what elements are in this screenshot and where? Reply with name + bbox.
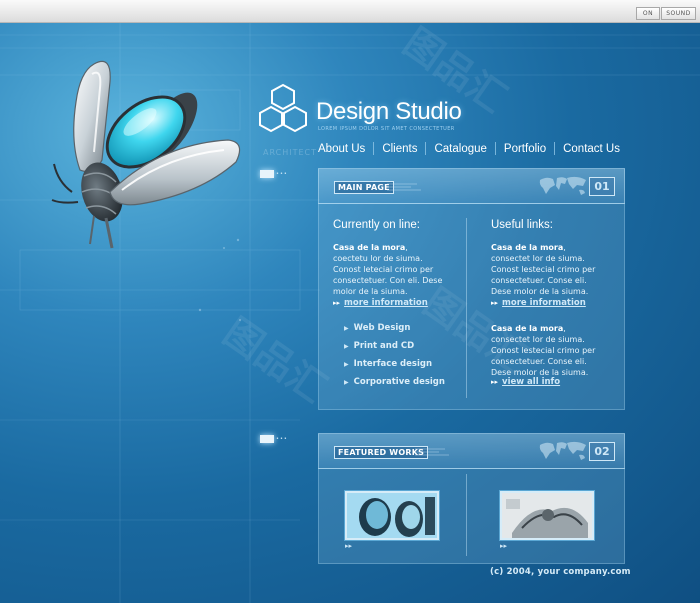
useful-links-text-2: Casa de la mora, consectet lor de siuma.…	[491, 323, 603, 378]
header-deco-lines	[415, 448, 449, 456]
side-marker-dots: •••	[276, 436, 288, 442]
useful-links-text-1: Casa de la mora, consectet lor de siuma.…	[491, 242, 603, 297]
nav-divider	[373, 142, 375, 155]
nav-contact-us[interactable]: Contact Us	[563, 143, 620, 155]
side-marker	[260, 435, 274, 443]
top-bar: ON SOUND	[0, 0, 700, 23]
side-marker-dots: •••	[276, 171, 288, 177]
nav-divider	[494, 142, 496, 155]
more-information-link[interactable]: ▸▸ more information	[333, 298, 428, 308]
header-deco-lines	[387, 183, 421, 191]
nav-clients[interactable]: Clients	[382, 143, 417, 155]
main-panel-header: MAIN PAGE 01	[318, 168, 625, 204]
nav-divider	[554, 142, 556, 155]
service-link-interface-design[interactable]: ▶ Interface design	[344, 359, 432, 369]
double-arrow-icon: ▸▸	[491, 299, 499, 307]
featured-work-thumbnail-1[interactable]	[345, 491, 439, 540]
page: 图品汇 图品汇 图品汇 ON SOUND Design Studio LOREM…	[0, 0, 700, 603]
nav-divider	[425, 142, 427, 155]
hexagon-logo-icon	[259, 83, 307, 133]
double-arrow-icon: ▸▸	[500, 542, 508, 550]
world-map-icon	[539, 441, 586, 460]
more-information-link-right[interactable]: ▸▸ more information	[491, 298, 586, 308]
featured-work-thumbnail-2[interactable]	[500, 491, 594, 540]
double-arrow-icon: ▸▸	[345, 542, 353, 550]
column-divider	[466, 474, 467, 556]
service-label: Web Design	[353, 323, 411, 333]
sound-button[interactable]: SOUND	[661, 7, 696, 20]
service-link-print-and-cd[interactable]: ▶ Print and CD	[344, 341, 414, 351]
robot-butterfly-illustration	[51, 60, 241, 249]
double-arrow-icon: ▸▸	[333, 299, 341, 307]
view-all-info-label: view all info	[502, 377, 561, 387]
robot-head-thumbnail-image	[347, 493, 437, 538]
useful-links-strong-1: Casa de la mora	[491, 243, 564, 252]
column-divider	[466, 218, 467, 398]
service-link-web-design[interactable]: ▶ Web Design	[344, 323, 410, 333]
nav-catalogue[interactable]: Catalogue	[434, 143, 486, 155]
featured-panel-number: 02	[589, 442, 615, 461]
robot-sketch-thumbnail-image	[502, 493, 592, 538]
main-nav: About Us Clients Catalogue Portfolio Con…	[318, 142, 620, 155]
brand-title: Design Studio	[316, 98, 462, 125]
nav-about-us[interactable]: About Us	[318, 143, 365, 155]
service-label: Print and CD	[353, 341, 415, 351]
currently-online-text: Casa de la mora, coectetu lor de siuma. …	[333, 242, 445, 297]
more-information-label: more information	[344, 298, 428, 308]
service-label: Corporative design	[353, 377, 445, 387]
featured-panel-tag: FEATURED WORKS	[334, 446, 429, 459]
service-link-corporative-design[interactable]: ▶ Corporative design	[344, 377, 445, 387]
on-button[interactable]: ON	[636, 7, 660, 20]
featured-panel-header: FEATURED WORKS 02	[318, 433, 625, 469]
brand-tagline: LOREM IPSUM DOLOR SIT AMET CONSECTETUER	[318, 126, 455, 132]
triangle-bullet-icon: ▶	[344, 361, 349, 368]
main-panel-number: 01	[589, 177, 615, 196]
double-arrow-icon: ▸▸	[491, 378, 499, 386]
useful-links-title: Useful links:	[491, 219, 553, 231]
triangle-bullet-icon: ▶	[344, 325, 349, 332]
service-label: Interface design	[353, 359, 433, 369]
view-all-info-link[interactable]: ▸▸ view all info	[491, 377, 560, 387]
useful-links-strong-2: Casa de la mora	[491, 324, 564, 333]
decorative-word: ARCHITECT	[263, 148, 318, 157]
side-marker	[260, 170, 274, 178]
nav-portfolio[interactable]: Portfolio	[504, 143, 546, 155]
currently-online-strong: Casa de la mora	[333, 243, 406, 252]
world-map-icon	[539, 176, 586, 195]
triangle-bullet-icon: ▶	[344, 343, 349, 350]
more-information-label: more information	[502, 298, 586, 308]
triangle-bullet-icon: ▶	[344, 379, 349, 386]
main-panel-tag: MAIN PAGE	[334, 181, 394, 194]
footer-copyright: (c) 2004, your company.com	[490, 567, 631, 577]
currently-online-title: Currently on line:	[333, 219, 420, 231]
